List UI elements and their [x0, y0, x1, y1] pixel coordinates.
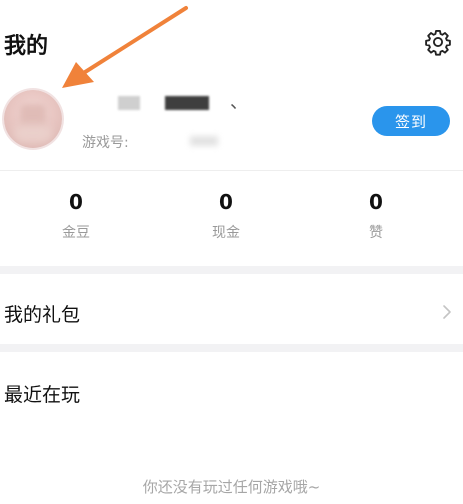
signin-button[interactable]: 签到 — [372, 106, 450, 136]
chevron-right-icon — [443, 305, 451, 319]
stats-row: 0 金豆 0 现金 0 赞 — [0, 190, 463, 258]
stat-value: 0 — [69, 190, 83, 214]
stat-gold-beans[interactable]: 0 金豆 — [36, 190, 116, 242]
page-title: 我的 — [4, 34, 49, 59]
game-id-redacted — [190, 136, 218, 146]
gear-icon[interactable] — [424, 28, 452, 56]
divider — [0, 170, 463, 171]
stat-value: 0 — [369, 190, 383, 214]
my-gifts-row[interactable]: 我的礼包 — [0, 282, 463, 342]
username-redacted — [165, 96, 209, 110]
stat-label: 现金 — [212, 225, 240, 241]
stat-cash[interactable]: 0 现金 — [186, 190, 266, 242]
my-gifts-label: 我的礼包 — [4, 304, 81, 326]
header: 我的 — [0, 0, 463, 82]
stat-label: 赞 — [369, 225, 383, 241]
username-suffix: 、 — [230, 92, 248, 113]
stat-value: 0 — [219, 190, 233, 214]
empty-state-text: 你还没有玩过任何游戏哦~ — [142, 478, 321, 496]
game-id-label: 游戏号: — [82, 135, 129, 151]
section-divider — [0, 266, 463, 274]
stat-label: 金豆 — [62, 225, 90, 241]
avatar[interactable] — [4, 90, 62, 148]
section-divider — [0, 344, 463, 352]
recent-games-title: 最近在玩 — [4, 384, 81, 406]
stat-likes[interactable]: 0 赞 — [336, 190, 416, 242]
username-redacted — [118, 96, 140, 110]
